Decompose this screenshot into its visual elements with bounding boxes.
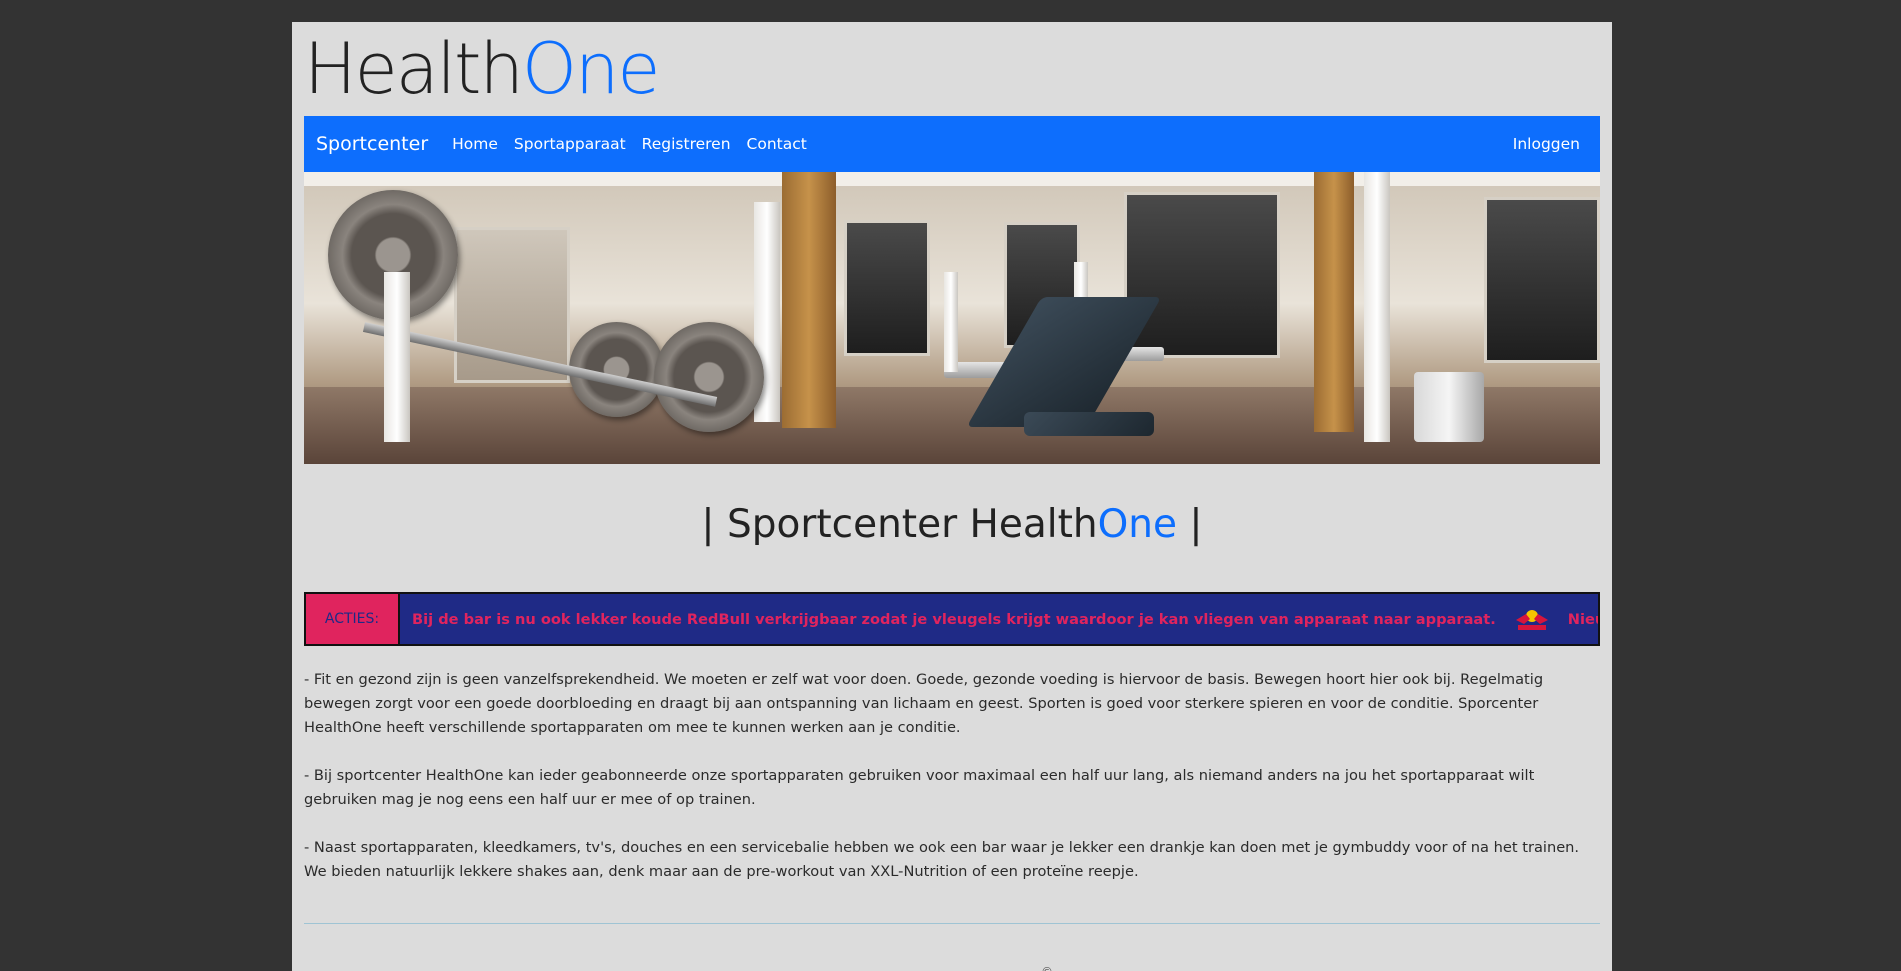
login-link[interactable]: Inloggen <box>1513 135 1580 153</box>
intro-paragraph: - Fit en gezond zijn is geen vanzelfspre… <box>304 671 1544 736</box>
hero-pillar <box>782 172 836 428</box>
ticker-item: Nieuwe smaak van <box>1567 610 1598 628</box>
logo-part-one: One <box>521 28 661 110</box>
site-logo: HealthOne <box>304 34 660 104</box>
footer-copyright: © <box>1041 965 1053 971</box>
hero-pillar <box>1314 172 1354 432</box>
title-suffix: | <box>1177 502 1203 547</box>
logo-part-health: Health <box>304 28 524 110</box>
hero-pillar <box>1364 172 1390 442</box>
ticker-label: ACTIES: <box>306 594 400 644</box>
page-container: HealthOne Sportcenter Home Sportapparaat… <box>292 22 1612 971</box>
hero-ceiling <box>304 172 1600 186</box>
hero-gym-image <box>304 172 1600 464</box>
nav-link-sportapparaat[interactable]: Sportapparaat <box>514 135 626 153</box>
hero-window <box>1484 197 1600 363</box>
promo-ticker: ACTIES: Bij de bar is nu ook lekker koud… <box>304 592 1600 646</box>
intro-paragraph: - Bij sportcenter HealthOne kan ieder ge… <box>304 767 1535 808</box>
hero-floor <box>304 387 1600 464</box>
hero-bench-seat <box>1024 412 1154 436</box>
intro-paragraph: - Naast sportapparaten, kleedkamers, tv'… <box>304 839 1580 880</box>
main-navbar: Sportcenter Home Sportapparaat Registrer… <box>304 116 1600 172</box>
hero-window <box>1124 192 1280 358</box>
page-title: | Sportcenter HealthOne | <box>292 502 1612 547</box>
nav-link-registreren[interactable]: Registreren <box>642 135 731 153</box>
hero-treadmill-post <box>944 272 958 372</box>
redbull-logo-icon <box>1512 606 1552 632</box>
ticker-track: Bij de bar is nu ook lekker koude RedBul… <box>400 594 1598 644</box>
hero-rack-post <box>384 272 410 442</box>
title-accent: One <box>1097 502 1178 547</box>
hero-weight-plate <box>654 322 764 432</box>
ticker-item: Bij de bar is nu ook lekker koude RedBul… <box>412 610 1496 628</box>
content-divider <box>304 923 1600 924</box>
hero-weight-stack <box>1414 372 1484 442</box>
nav-link-home[interactable]: Home <box>452 135 498 153</box>
navbar-brand[interactable]: Sportcenter <box>316 133 428 155</box>
nav-link-contact[interactable]: Contact <box>747 135 807 153</box>
intro-content: - Fit en gezond zijn is geen vanzelfspre… <box>304 668 1600 908</box>
hero-window <box>844 220 930 356</box>
title-prefix: | Sportcenter Health <box>701 502 1098 547</box>
